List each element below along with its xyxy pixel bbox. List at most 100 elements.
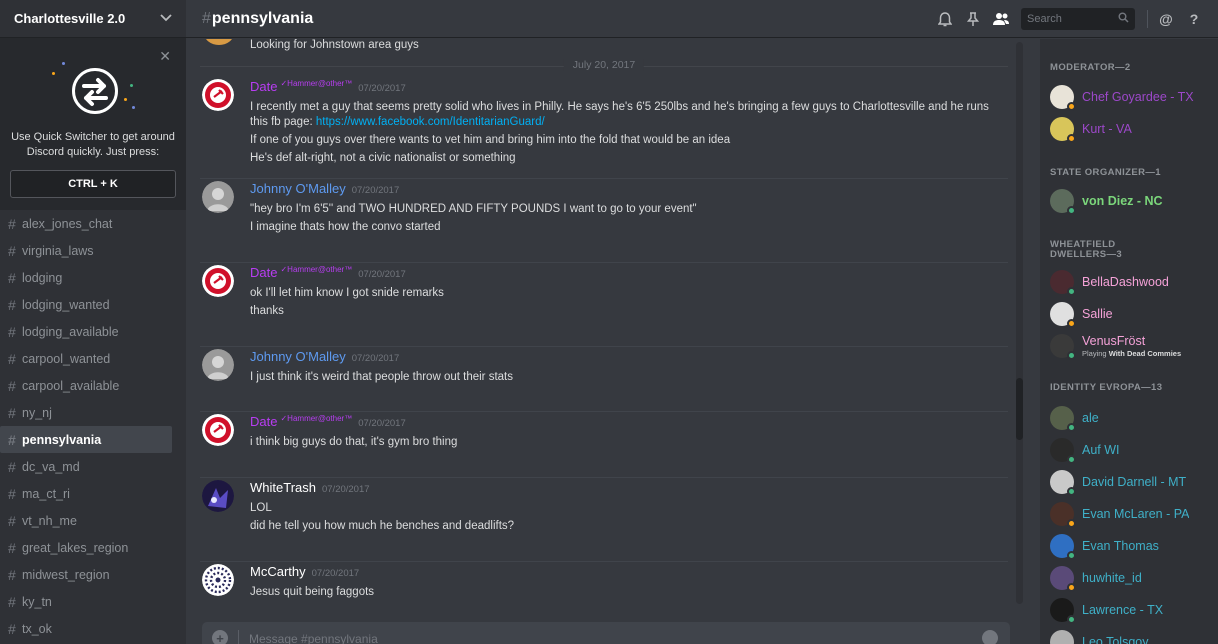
member-info: Leo Tolsgoy (1082, 635, 1149, 644)
message-meta: Date ✓Hammer@other™ 07/20/2017 (250, 414, 1008, 432)
message-group: McCarthy 07/20/2017 Jesus quit being faggo… (200, 564, 1008, 605)
channel-item[interactable]: # ma_ct_ri (0, 480, 172, 507)
server-name: Charlottesville 2.0 (14, 11, 126, 26)
member-name: ale (1082, 411, 1099, 425)
channel-name: pennsylvania (211, 9, 314, 27)
message-author[interactable]: McCarthy (250, 564, 306, 579)
channel-item[interactable]: # carpool_available (0, 372, 172, 399)
channel-title: #pennsylvania (186, 10, 313, 28)
message-text: I imagine thats how the convo started (250, 220, 1008, 235)
message-author[interactable]: Date (250, 414, 277, 429)
avatar[interactable] (202, 480, 234, 512)
message-text: He's def alt-right, not a civic national… (250, 151, 1008, 166)
hash-icon: # (8, 296, 16, 313)
hash-icon: # (8, 269, 16, 286)
member-info: ale (1082, 411, 1099, 425)
help-icon[interactable]: ? (1180, 0, 1208, 38)
member-item[interactable]: huwhite_id (1050, 564, 1218, 592)
channel-item-label: midwest_region (22, 567, 110, 582)
status-indicator-icon (1067, 615, 1076, 624)
avatar (1050, 598, 1076, 624)
channel-item[interactable]: # alex_jones_chat (0, 210, 172, 237)
channel-item[interactable]: # vt_nh_me (0, 507, 172, 534)
channel-item[interactable]: # carpool_wanted (0, 345, 172, 372)
member-item[interactable]: Chef Goyardee - TX (1050, 83, 1218, 111)
avatar[interactable] (202, 265, 234, 297)
pin-icon[interactable] (959, 0, 987, 38)
channel-item[interactable]: # lodging_available (0, 318, 172, 345)
member-info: Sallie (1082, 307, 1113, 321)
channel-item[interactable]: # lodging_wanted (0, 291, 172, 318)
channel-item[interactable]: # tx_ok (0, 615, 172, 642)
member-item[interactable]: Evan McLaren - PA (1050, 500, 1218, 528)
channel-item[interactable]: # midwest_region (0, 561, 172, 588)
message-body: McCarthy 07/20/2017 Jesus quit being faggo… (250, 564, 1008, 600)
message-group: Date ✓Hammer@other™ 07/20/2017 ok I'll let … (200, 265, 1008, 347)
member-item[interactable]: David Darnell - MT (1050, 468, 1218, 496)
avatar[interactable] (202, 79, 234, 111)
channel-list: # alex_jones_chat # virginia_laws # lodging # l… (0, 210, 186, 642)
hash-icon: # (8, 593, 16, 610)
member-activity-name: With Dead Commies (1108, 349, 1182, 358)
message-author[interactable]: WhiteTrash (250, 480, 316, 495)
mention-icon[interactable]: @ (1152, 0, 1180, 38)
avatar (1050, 566, 1076, 592)
avatar[interactable] (202, 181, 234, 213)
channel-item[interactable]: # ny_nj (0, 399, 172, 426)
bell-icon[interactable] (931, 0, 959, 38)
member-item[interactable]: Sallie (1050, 300, 1218, 328)
member-item[interactable]: von Diez - NC (1050, 187, 1218, 215)
channel-item[interactable]: # ky_tn (0, 588, 172, 615)
member-item[interactable]: Kurt - VA (1050, 115, 1218, 143)
search-input[interactable]: Search (1021, 8, 1135, 30)
message-link[interactable]: https://www.facebook.com/IdentitarianGua… (316, 116, 545, 128)
close-icon[interactable]: ✕ (159, 49, 171, 63)
member-item[interactable]: ale (1050, 404, 1218, 432)
status-indicator-icon (1067, 287, 1076, 296)
message-text-content: LOL (250, 502, 272, 514)
channel-item[interactable]: # lodging (0, 264, 172, 291)
member-item[interactable]: Evan Thomas (1050, 532, 1218, 560)
member-item[interactable]: BellaDashwood (1050, 268, 1218, 296)
channel-item-label: alex_jones_chat (22, 216, 113, 231)
message-author[interactable]: Date (250, 265, 277, 280)
message-timestamp: 07/20/2017 (358, 83, 406, 94)
channel-item[interactable]: # pennsylvania (0, 426, 172, 453)
member-item[interactable]: Leo Tolsgoy (1050, 628, 1218, 644)
avatar[interactable] (202, 349, 234, 381)
upload-plus-icon[interactable]: + (212, 630, 228, 644)
hash-icon: # (8, 404, 16, 421)
channel-item[interactable]: # dc_va_md (0, 453, 172, 480)
message-group: Johnny O'Malley 07/20/2017 I just think it… (200, 349, 1008, 412)
message-author[interactable]: Johnny O'Malley (250, 349, 346, 364)
member-item[interactable]: VenusFröst Playing With Dead Commies (1050, 332, 1218, 360)
member-list-icon[interactable] (987, 0, 1015, 38)
channel-item[interactable]: # virginia_laws (0, 237, 172, 264)
scrollbar-track[interactable] (1016, 42, 1023, 604)
message-text: Looking for Johnstown area guys (250, 39, 419, 51)
message-author[interactable]: Date (250, 79, 277, 94)
message-author[interactable]: Johnny O'Malley (250, 181, 346, 196)
scrollbar-thumb[interactable] (1016, 378, 1023, 440)
server-header[interactable]: Charlottesville 2.0 (0, 0, 186, 38)
avatar[interactable] (202, 414, 234, 446)
message-body: Johnny O'Malley 07/20/2017 "hey bro I'm 6'… (250, 181, 1008, 235)
member-group-title: MODERATOR—2 (1050, 62, 1131, 73)
avatar (1050, 470, 1076, 496)
message-timestamp: 07/20/2017 (358, 418, 406, 429)
avatar[interactable] (202, 564, 234, 596)
member-item[interactable]: Lawrence - TX (1050, 596, 1218, 624)
channel-item-label: great_lakes_region (22, 540, 129, 555)
message-text-content: thanks (250, 305, 284, 317)
message-group: Date ✓Hammer@other™ 07/20/2017 I recently m… (200, 79, 1008, 179)
member-name: Lawrence - TX (1082, 603, 1164, 617)
avatar (1050, 534, 1076, 560)
channel-item[interactable]: # great_lakes_region (0, 534, 172, 561)
hash-icon: # (8, 512, 16, 529)
author-tag: ✓Hammer@other™ (280, 79, 353, 88)
message-input[interactable] (249, 630, 970, 644)
avatar[interactable] (204, 39, 234, 45)
hash-icon: # (202, 9, 211, 27)
emoji-icon[interactable] (982, 630, 998, 644)
member-item[interactable]: Auf WI (1050, 436, 1218, 464)
